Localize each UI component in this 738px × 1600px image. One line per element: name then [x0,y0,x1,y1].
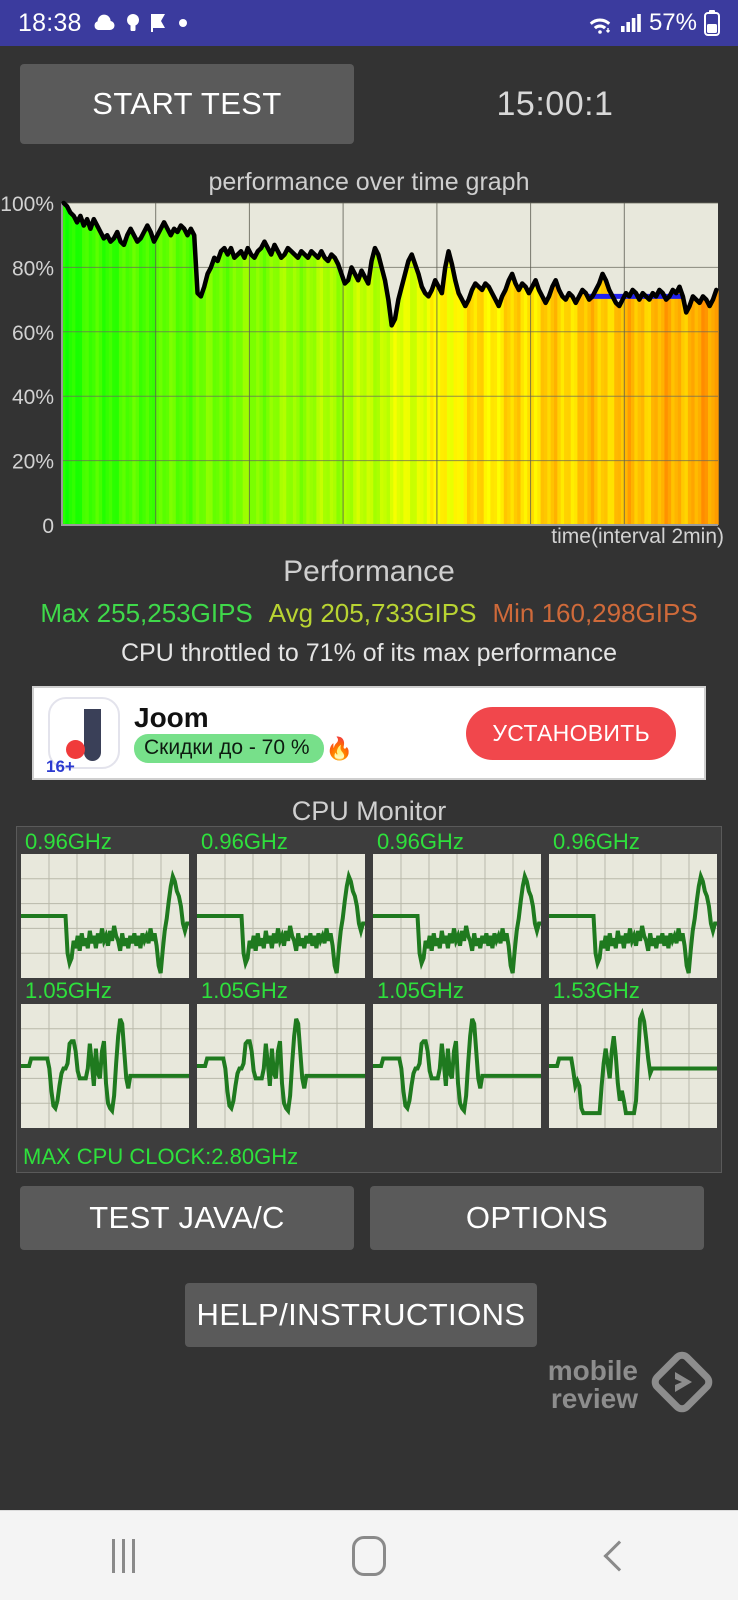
cpu-monitor-panel: 0.96GHz 0.96GHz 0.96GHz 0.96GHz 1.05GHz 1.05G… [16,826,722,1173]
watermark-line1: mobile [547,1354,638,1386]
ad-banner[interactable]: 16+ Joom Скидки до - 70 % 🔥 УСТАНОВИТЬ [32,686,706,780]
mobile-review-diamond-icon [648,1348,716,1421]
start-test-button[interactable]: START TEST [20,64,354,144]
dot-icon [178,18,188,28]
ad-install-button[interactable]: УСТАНОВИТЬ [466,706,676,760]
recents-glyph [111,1538,135,1573]
cpu-core-0-graph [21,854,189,979]
svg-text:100%: 100% [0,193,54,216]
performance-heading: Performance [283,555,455,588]
cpu-throttle-message: CPU throttled to 71% of its max performa… [120,639,618,667]
ad-app-name: Joom [134,701,209,733]
mobile-review-watermark: mobile review [548,1348,716,1421]
performance-chart-svg: 0 20% 40% 60% 80% 100% [0,193,719,538]
options-button[interactable]: OPTIONS [370,1186,704,1250]
cpu-core-6: 1.05GHz [373,978,541,1128]
cpu-core-6-frequency: 1.05GHz [377,978,464,1004]
cpu-core-7: 1.53GHz [549,978,717,1128]
performance-max-value: Max 255,253GIPS [40,598,253,628]
recents-icon[interactable] [63,1521,183,1591]
cpu-core-1-graph [197,854,365,979]
fire-icon: 🔥 [325,735,353,761]
joom-app-icon: 16+ [46,697,120,776]
cpu-monitor-heading: CPU Monitor [291,796,447,826]
watermark-line2: review [550,1382,638,1414]
status-bar: 18:38 57% [0,0,738,46]
performance-stats-row: Max 255,253GIPS Avg 205,733GIPS Min 160,… [0,598,738,629]
cpu-core-2: 0.96GHz [373,829,541,979]
svg-text:0: 0 [42,515,54,538]
timer-readout: 15:00:1 [496,84,614,123]
checkmark-flag-icon [150,13,168,33]
cpu-core-grid: 0.96GHz 0.96GHz 0.96GHz 0.96GHz 1.05GHz 1.05G… [17,827,721,1128]
cpu-core-5: 1.05GHz [197,978,365,1128]
performance-min-value: Min 160,298GIPS [492,598,698,628]
home-icon[interactable] [309,1521,429,1591]
cpu-core-0: 0.96GHz [21,829,189,979]
cloud-icon [92,14,116,32]
chart-x-axis-label: time(interval 2min) [551,525,724,548]
cpu-core-3-graph [549,854,717,979]
cpu-core-7-graph [549,1003,717,1128]
performance-over-time-chart: 0 20% 40% 60% 80% 100% [0,193,738,545]
ad-subtitle-row: Скидки до - 70 % 🔥 [134,734,353,764]
cpu-core-0-frequency: 0.96GHz [25,829,112,854]
ad-text-block: Joom Скидки до - 70 % 🔥 [134,701,353,764]
phone-screen: 18:38 57% START TEST 15:00:1 performance… [0,0,738,1600]
max-cpu-clock-label: MAX CPU CLOCK:2.80GHz [23,1144,299,1169]
home-glyph [352,1535,386,1576]
cpu-core-1-frequency: 0.96GHz [201,829,288,854]
ad-age-rating: 16+ [46,757,75,776]
svg-text:40%: 40% [12,386,54,409]
cpu-core-7-frequency: 1.53GHz [553,978,640,1004]
cpu-core-2-frequency: 0.96GHz [377,829,464,854]
performance-avg-value: Avg 205,733GIPS [268,598,477,628]
lightbulb-icon [126,13,140,33]
android-nav-bar [0,1510,738,1600]
status-bar-left: 18:38 [18,9,188,38]
joom-logo-j-icon [84,709,101,761]
battery-percent-label: 57% [648,9,697,36]
cpu-core-4-graph [21,1003,189,1128]
cpu-core-3-frequency: 0.96GHz [553,829,640,854]
cpu-core-5-graph [197,1003,365,1128]
cellular-signal-icon [620,13,642,33]
back-icon[interactable] [555,1521,675,1591]
top-controls: START TEST 15:00:1 [0,46,738,158]
svg-text:80%: 80% [12,257,54,280]
status-bar-right: 57% [587,9,720,37]
svg-text:20%: 20% [12,451,54,474]
wifi-icon [587,12,613,34]
help-instructions-button[interactable]: HELP/INSTRUCTIONS [185,1283,537,1347]
svg-text:60%: 60% [12,322,54,345]
battery-icon [704,10,720,36]
test-java-c-button[interactable]: TEST JAVA/C [20,1186,354,1250]
cpu-core-2-graph [373,854,541,979]
back-glyph [603,1539,635,1572]
watermark-text: mobile review [547,1354,638,1414]
cpu-core-4-frequency: 1.05GHz [25,978,112,1004]
cpu-core-4: 1.05GHz [21,978,189,1128]
status-bar-clock: 18:38 [18,8,82,37]
cpu-core-3: 0.96GHz [549,829,717,979]
cpu-core-6-graph [373,1003,541,1128]
ad-discount-badge: Скидки до - 70 % [134,734,324,764]
cpu-core-1: 0.96GHz [197,829,365,979]
cpu-core-5-frequency: 1.05GHz [201,978,288,1004]
